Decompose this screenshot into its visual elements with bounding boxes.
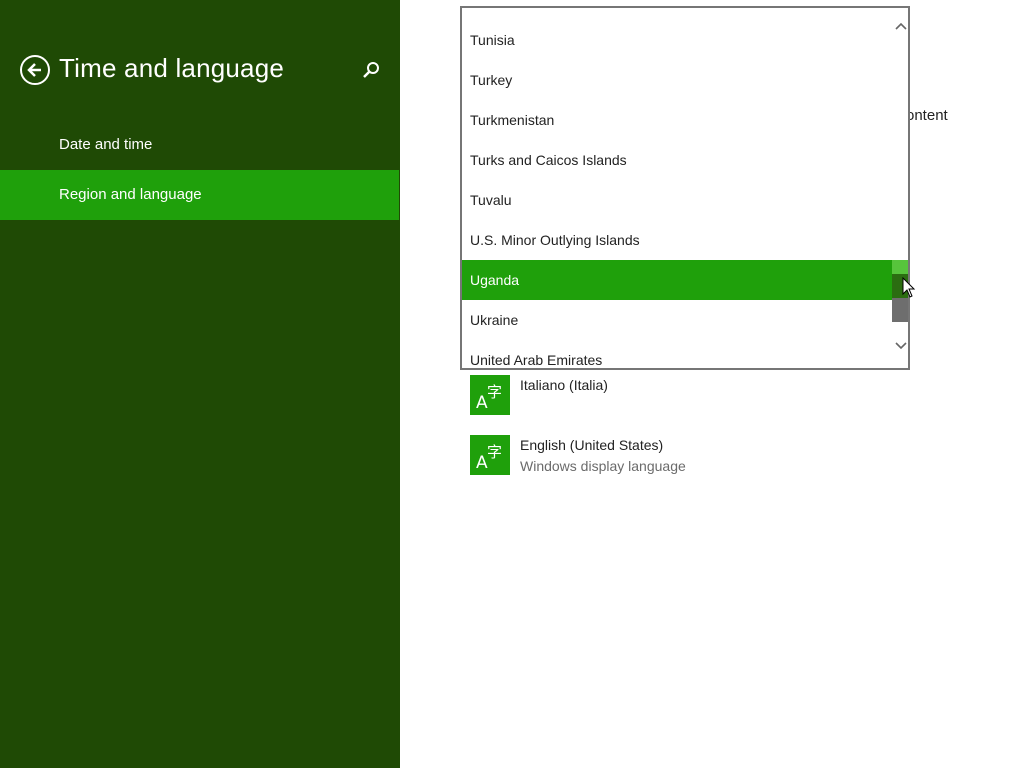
language-name: Italiano (Italia) [520, 377, 608, 393]
scroll-thumb-track [892, 298, 908, 322]
svg-text:字: 字 [487, 383, 502, 401]
dropdown-option[interactable]: Turkmenistan [462, 100, 892, 140]
dropdown-option[interactable]: Turkey [462, 60, 892, 100]
dropdown-option[interactable]: Tunisia [462, 20, 892, 60]
dropdown-option[interactable]: Turks and Caicos Islands [462, 140, 892, 180]
search-button[interactable] [360, 60, 382, 82]
back-arrow-icon [27, 63, 41, 77]
nav-item-region-and-language[interactable]: Region and language [0, 170, 399, 220]
scroll-up-button[interactable] [892, 18, 908, 34]
language-tile-icon: A 字 [470, 435, 510, 475]
country-dropdown-list[interactable]: Tunisia Turkey Turkmenistan Turks and Ca… [460, 6, 910, 370]
chevron-down-icon [895, 342, 907, 350]
scrollbar[interactable] [892, 8, 908, 368]
dropdown-option[interactable]: Tuvalu [462, 180, 892, 220]
dropdown-option[interactable]: United Arab Emirates [462, 340, 892, 368]
svg-text:字: 字 [487, 443, 502, 461]
chevron-up-icon [895, 22, 907, 30]
scroll-thumb-highlight [892, 260, 908, 274]
language-name: English (United States) [520, 437, 664, 453]
nav-item-label: Region and language [59, 186, 202, 203]
navigation-pane: Time and language Date and time Region a… [0, 0, 400, 768]
back-button[interactable] [20, 55, 50, 85]
scroll-down-button[interactable] [892, 338, 908, 354]
nav-item-label: Date and time [59, 136, 153, 153]
search-icon [363, 62, 379, 78]
language-tile-icon: A 字 [470, 375, 510, 415]
dropdown-option-selected[interactable]: Uganda [462, 260, 892, 300]
page-title: Time and language [59, 53, 285, 83]
nav-item-date-and-time[interactable]: Date and time [0, 120, 399, 170]
mouse-pointer-icon [902, 277, 916, 298]
dropdown-option[interactable]: Ukraine [462, 300, 892, 340]
dropdown-option[interactable]: U.S. Minor Outlying Islands [462, 220, 892, 260]
language-subtitle: Windows display language [520, 458, 686, 474]
partially-hidden-text: ontent [906, 107, 948, 124]
